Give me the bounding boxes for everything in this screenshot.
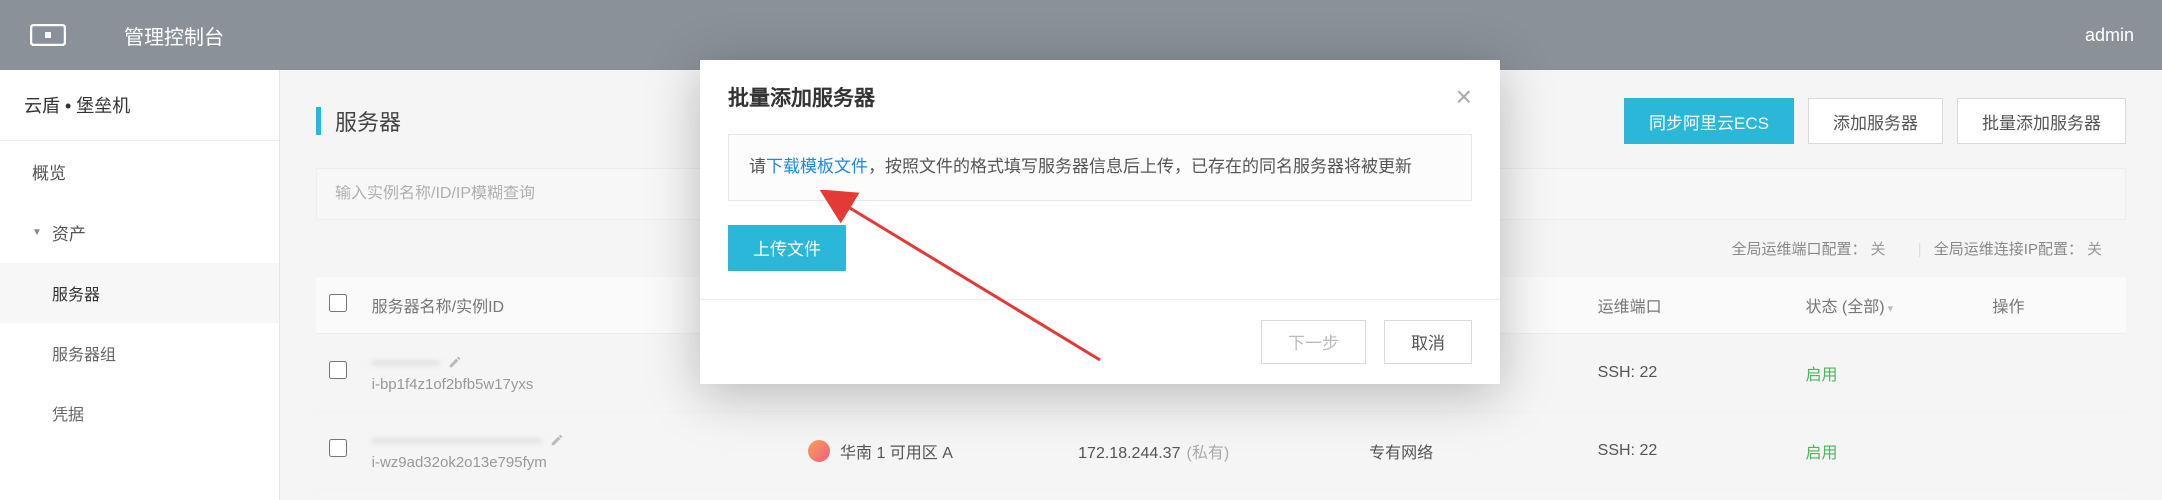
download-template-link[interactable]: 下载模板文件 (766, 157, 868, 176)
modal-body: 请下载模板文件，按照文件的格式填写服务器信息后上传，已存在的同名服务器将被更新 … (700, 130, 1500, 299)
col-ops: 操作 (1980, 277, 2126, 334)
cancel-button[interactable]: 取消 (1384, 320, 1472, 364)
current-user[interactable]: admin (2085, 25, 2134, 46)
modal-title: 批量添加服务器 (728, 82, 875, 112)
col-checkbox (316, 277, 360, 334)
global-ip-value[interactable]: 关 (2087, 241, 2102, 258)
row-checkbox[interactable] (329, 439, 347, 457)
edit-icon[interactable] (550, 433, 564, 447)
col-status[interactable]: 状态 (全部) (1793, 277, 1980, 334)
cell-net-type: 专有网络 (1357, 412, 1586, 490)
cell-ops[interactable] (1980, 412, 2126, 490)
instance-id: i-wz9ad32ok2o13e795fym (372, 454, 784, 471)
col-port: 运维端口 (1586, 277, 1794, 334)
global-port-value[interactable]: 关 (1871, 241, 1886, 258)
sidebar-item-assets[interactable]: 资产 (0, 202, 279, 263)
sync-ecs-button[interactable]: 同步阿里云ECS (1624, 98, 1794, 144)
cell-ip: 172.18.244.37(私有) (1066, 412, 1357, 490)
cell-status: 启用 (1793, 412, 1980, 490)
title-accent-bar (316, 107, 321, 135)
global-port-label: 全局运维端口配置： (1732, 241, 1867, 258)
add-server-button[interactable]: 添加服务器 (1808, 98, 1943, 144)
hint-box: 请下载模板文件，按照文件的格式填写服务器信息后上传，已存在的同名服务器将被更新 (728, 134, 1472, 201)
modal-footer: 下一步 取消 (700, 299, 1500, 384)
cell-region: 华南 1 可用区 A (796, 412, 1066, 490)
table-row: —————————— i-wz9ad32ok2o13e795fym 华南 1 可… (316, 412, 2126, 490)
sidebar-sub-server-groups[interactable]: 服务器组 (0, 323, 279, 383)
console-title: 管理控制台 (124, 21, 2085, 50)
row-checkbox[interactable] (329, 361, 347, 379)
bulk-add-modal: 批量添加服务器 × 请下载模板文件，按照文件的格式填写服务器信息后上传，已存在的… (700, 60, 1500, 384)
select-all-checkbox[interactable] (329, 294, 347, 312)
sidebar-sub-servers[interactable]: 服务器 (0, 263, 279, 323)
header-actions: 同步阿里云ECS 添加服务器 批量添加服务器 (1624, 98, 2126, 144)
upload-file-button[interactable]: 上传文件 (728, 225, 846, 271)
cell-status: 启用 (1793, 334, 1980, 412)
close-icon[interactable]: × (1456, 83, 1472, 111)
modal-header: 批量添加服务器 × (700, 60, 1500, 130)
sidebar-item-overview[interactable]: 概览 (0, 141, 279, 202)
sidebar: 云盾 • 堡垒机 概览 资产 服务器 服务器组 凭据 (0, 70, 280, 500)
cell-name: —————————— i-wz9ad32ok2o13e795fym (360, 412, 796, 490)
next-step-button[interactable]: 下一步 (1261, 320, 1366, 364)
sidebar-brand: 云盾 • 堡垒机 (0, 70, 279, 141)
cell-port: SSH: 22 (1586, 334, 1794, 412)
cell-port: SSH: 22 (1586, 412, 1794, 490)
region-icon (808, 440, 830, 462)
sidebar-sub-credentials[interactable]: 凭据 (0, 383, 279, 443)
global-ip-label: 全局运维连接IP配置： (1934, 241, 2083, 258)
app-logo (28, 21, 68, 49)
cell-ops[interactable] (1980, 334, 2126, 412)
bulk-add-server-button[interactable]: 批量添加服务器 (1957, 98, 2126, 144)
edit-icon[interactable] (448, 355, 462, 369)
